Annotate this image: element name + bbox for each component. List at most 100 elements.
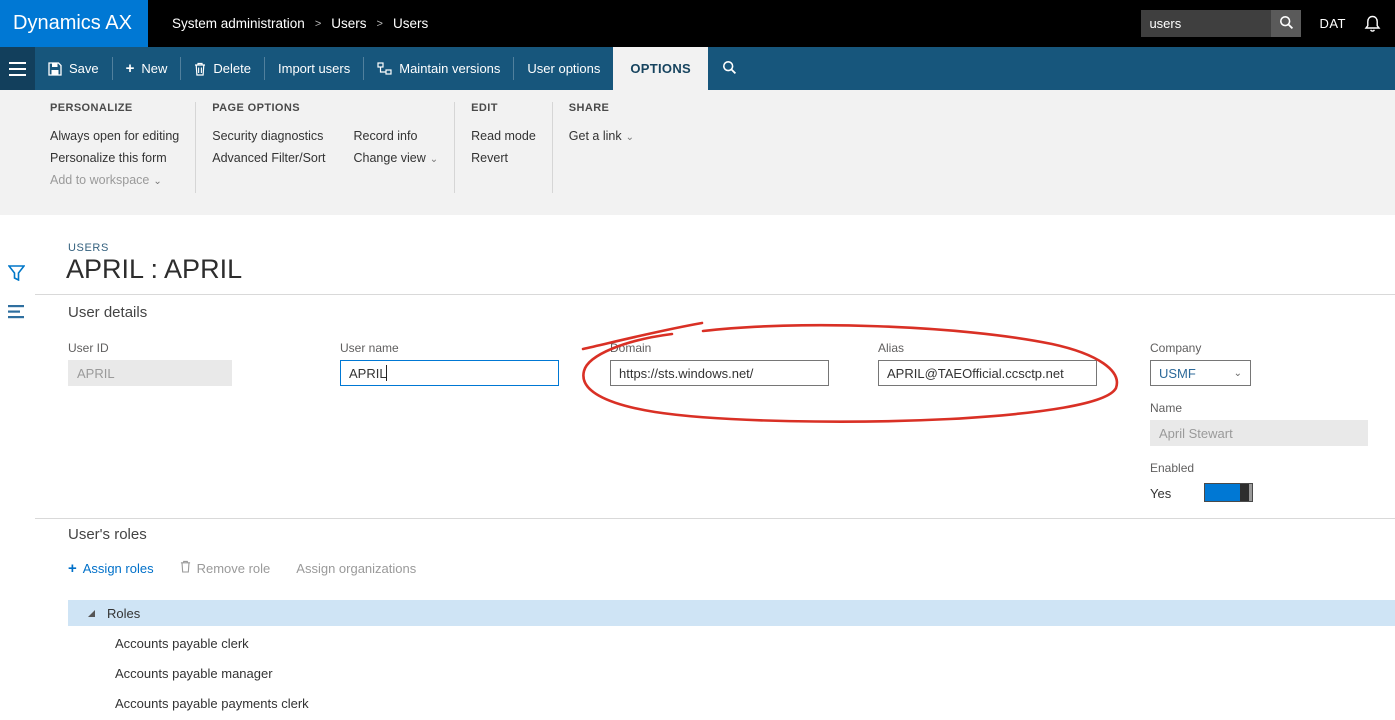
enabled-value: Yes (1150, 486, 1171, 501)
user-id-label: User ID (68, 341, 109, 355)
user-initials[interactable]: DAT (1319, 16, 1346, 31)
ribbon-group-title: EDIT (471, 102, 536, 114)
user-name-field-wrap (340, 360, 559, 386)
personalize-this-form[interactable]: Personalize this form (50, 147, 179, 169)
task-list-panel-icon[interactable] (8, 305, 25, 322)
plus-icon: + (126, 61, 135, 76)
notification-bell-icon[interactable] (1364, 15, 1381, 33)
breadcrumb-separator: > (315, 18, 321, 30)
breadcrumb-item-system-administration[interactable]: System administration (172, 16, 305, 31)
ribbon-group-page-options: PAGE OPTIONS Security diagnostics Advanc… (212, 102, 454, 215)
user-name-input[interactable] (340, 360, 559, 386)
security-diagnostics[interactable]: Security diagnostics (212, 125, 325, 147)
remove-role-button[interactable]: Remove role (180, 560, 271, 576)
assign-organizations-button[interactable]: Assign organizations (296, 561, 416, 576)
company-select[interactable]: USMF ⌄ (1150, 360, 1251, 386)
breadcrumb-separator: > (377, 18, 383, 30)
ribbon-group-share: SHARE Get a link⌄ (569, 102, 650, 215)
name-field: April Stewart (1150, 420, 1368, 446)
roles-grid-header-label: Roles (107, 606, 140, 621)
command-bar: Save + New Delete Import users Maintain … (0, 47, 1395, 90)
page-title: APRIL : APRIL (66, 254, 242, 285)
roles-action-bar: + Assign roles Remove role Assign organi… (68, 560, 416, 576)
ribbon-divider (195, 102, 196, 193)
ribbon-group-personalize: PERSONALIZE Always open for editing Pers… (50, 102, 195, 215)
role-row[interactable]: Accounts payable clerk (115, 636, 249, 651)
enabled-label: Enabled (1150, 461, 1194, 475)
import-users-button[interactable]: Import users (265, 47, 363, 90)
roles-grid-group-header[interactable]: Roles (68, 600, 1395, 626)
user-details-section-title: User details (68, 304, 147, 321)
breadcrumb-item-users-page[interactable]: Users (393, 16, 428, 31)
assign-roles-button[interactable]: + Assign roles (68, 561, 154, 576)
domain-label: Domain (610, 341, 651, 355)
read-mode[interactable]: Read mode (471, 125, 536, 147)
tab-options[interactable]: OPTIONS (613, 47, 708, 90)
search-icon (722, 60, 737, 78)
collapse-triangle-icon (88, 610, 95, 617)
company-label: Company (1150, 341, 1201, 355)
user-name-label: User name (340, 341, 399, 355)
new-label: New (141, 61, 167, 76)
global-search-input[interactable] (1141, 10, 1271, 37)
search-icon (1279, 15, 1294, 33)
versions-hierarchy-icon (377, 62, 392, 75)
delete-button[interactable]: Delete (181, 47, 264, 90)
filter-funnel-icon[interactable] (8, 265, 25, 284)
advanced-filter-sort[interactable]: Advanced Filter/Sort (212, 147, 325, 169)
get-a-link[interactable]: Get a link⌄ (569, 125, 634, 149)
import-users-label: Import users (278, 61, 350, 76)
chevron-down-icon: ⌄ (626, 132, 634, 143)
ribbon-divider (552, 102, 553, 193)
app-logo[interactable]: Dynamics AX (0, 0, 148, 47)
chevron-down-icon: ⌄ (430, 154, 438, 165)
domain-input[interactable] (610, 360, 829, 386)
ribbon-group-title: SHARE (569, 102, 634, 114)
ribbon-divider (454, 102, 455, 193)
toggle-handle (1240, 484, 1249, 501)
user-options-label: User options (527, 61, 600, 76)
hamburger-menu-icon[interactable] (0, 47, 35, 90)
global-search-button[interactable] (1271, 10, 1301, 37)
enabled-toggle[interactable] (1204, 483, 1253, 502)
alias-input[interactable] (878, 360, 1097, 386)
chevron-down-icon: ⌄ (153, 176, 161, 187)
add-to-workspace[interactable]: Add to workspace⌄ (50, 169, 179, 193)
maintain-versions-button[interactable]: Maintain versions (364, 47, 513, 90)
global-search (1141, 10, 1301, 37)
always-open-for-editing[interactable]: Always open for editing (50, 125, 179, 147)
ribbon-group-title: PERSONALIZE (50, 102, 179, 114)
command-search-button[interactable] (708, 47, 751, 90)
trash-icon (194, 62, 206, 76)
ribbon-group-title: PAGE OPTIONS (212, 102, 438, 114)
user-id-field: APRIL (68, 360, 232, 386)
save-floppy-icon (48, 62, 62, 76)
ribbon-group-edit: EDIT Read mode Revert (471, 102, 552, 215)
chevron-down-icon: ⌄ (1234, 368, 1242, 379)
section-divider (35, 294, 1395, 295)
user-roles-section-title: User's roles (68, 526, 147, 543)
page-caption: USERS (68, 242, 109, 254)
save-label: Save (69, 61, 99, 76)
change-view[interactable]: Change view⌄ (354, 147, 439, 171)
maintain-versions-label: Maintain versions (399, 61, 500, 76)
record-info[interactable]: Record info (354, 125, 439, 147)
role-row[interactable]: Accounts payable manager (115, 666, 273, 681)
topbar-right-cluster: DAT (1141, 10, 1395, 37)
delete-label: Delete (213, 61, 251, 76)
role-row[interactable]: Accounts payable payments clerk (115, 696, 309, 711)
top-navigation-bar: Dynamics AX System administration > User… (0, 0, 1395, 47)
save-button[interactable]: Save (35, 47, 112, 90)
breadcrumb: System administration > Users > Users (172, 16, 428, 31)
new-button[interactable]: + New (113, 47, 181, 90)
revert[interactable]: Revert (471, 147, 536, 169)
dynamics-ax-window: Dynamics AX System administration > User… (0, 0, 1395, 720)
trash-icon (180, 560, 191, 576)
options-ribbon: PERSONALIZE Always open for editing Pers… (0, 90, 1395, 215)
name-label: Name (1150, 401, 1182, 415)
breadcrumb-item-users[interactable]: Users (331, 16, 366, 31)
plus-icon: + (68, 561, 77, 576)
alias-label: Alias (878, 341, 904, 355)
text-cursor (386, 365, 387, 381)
user-options-button[interactable]: User options (514, 47, 613, 90)
